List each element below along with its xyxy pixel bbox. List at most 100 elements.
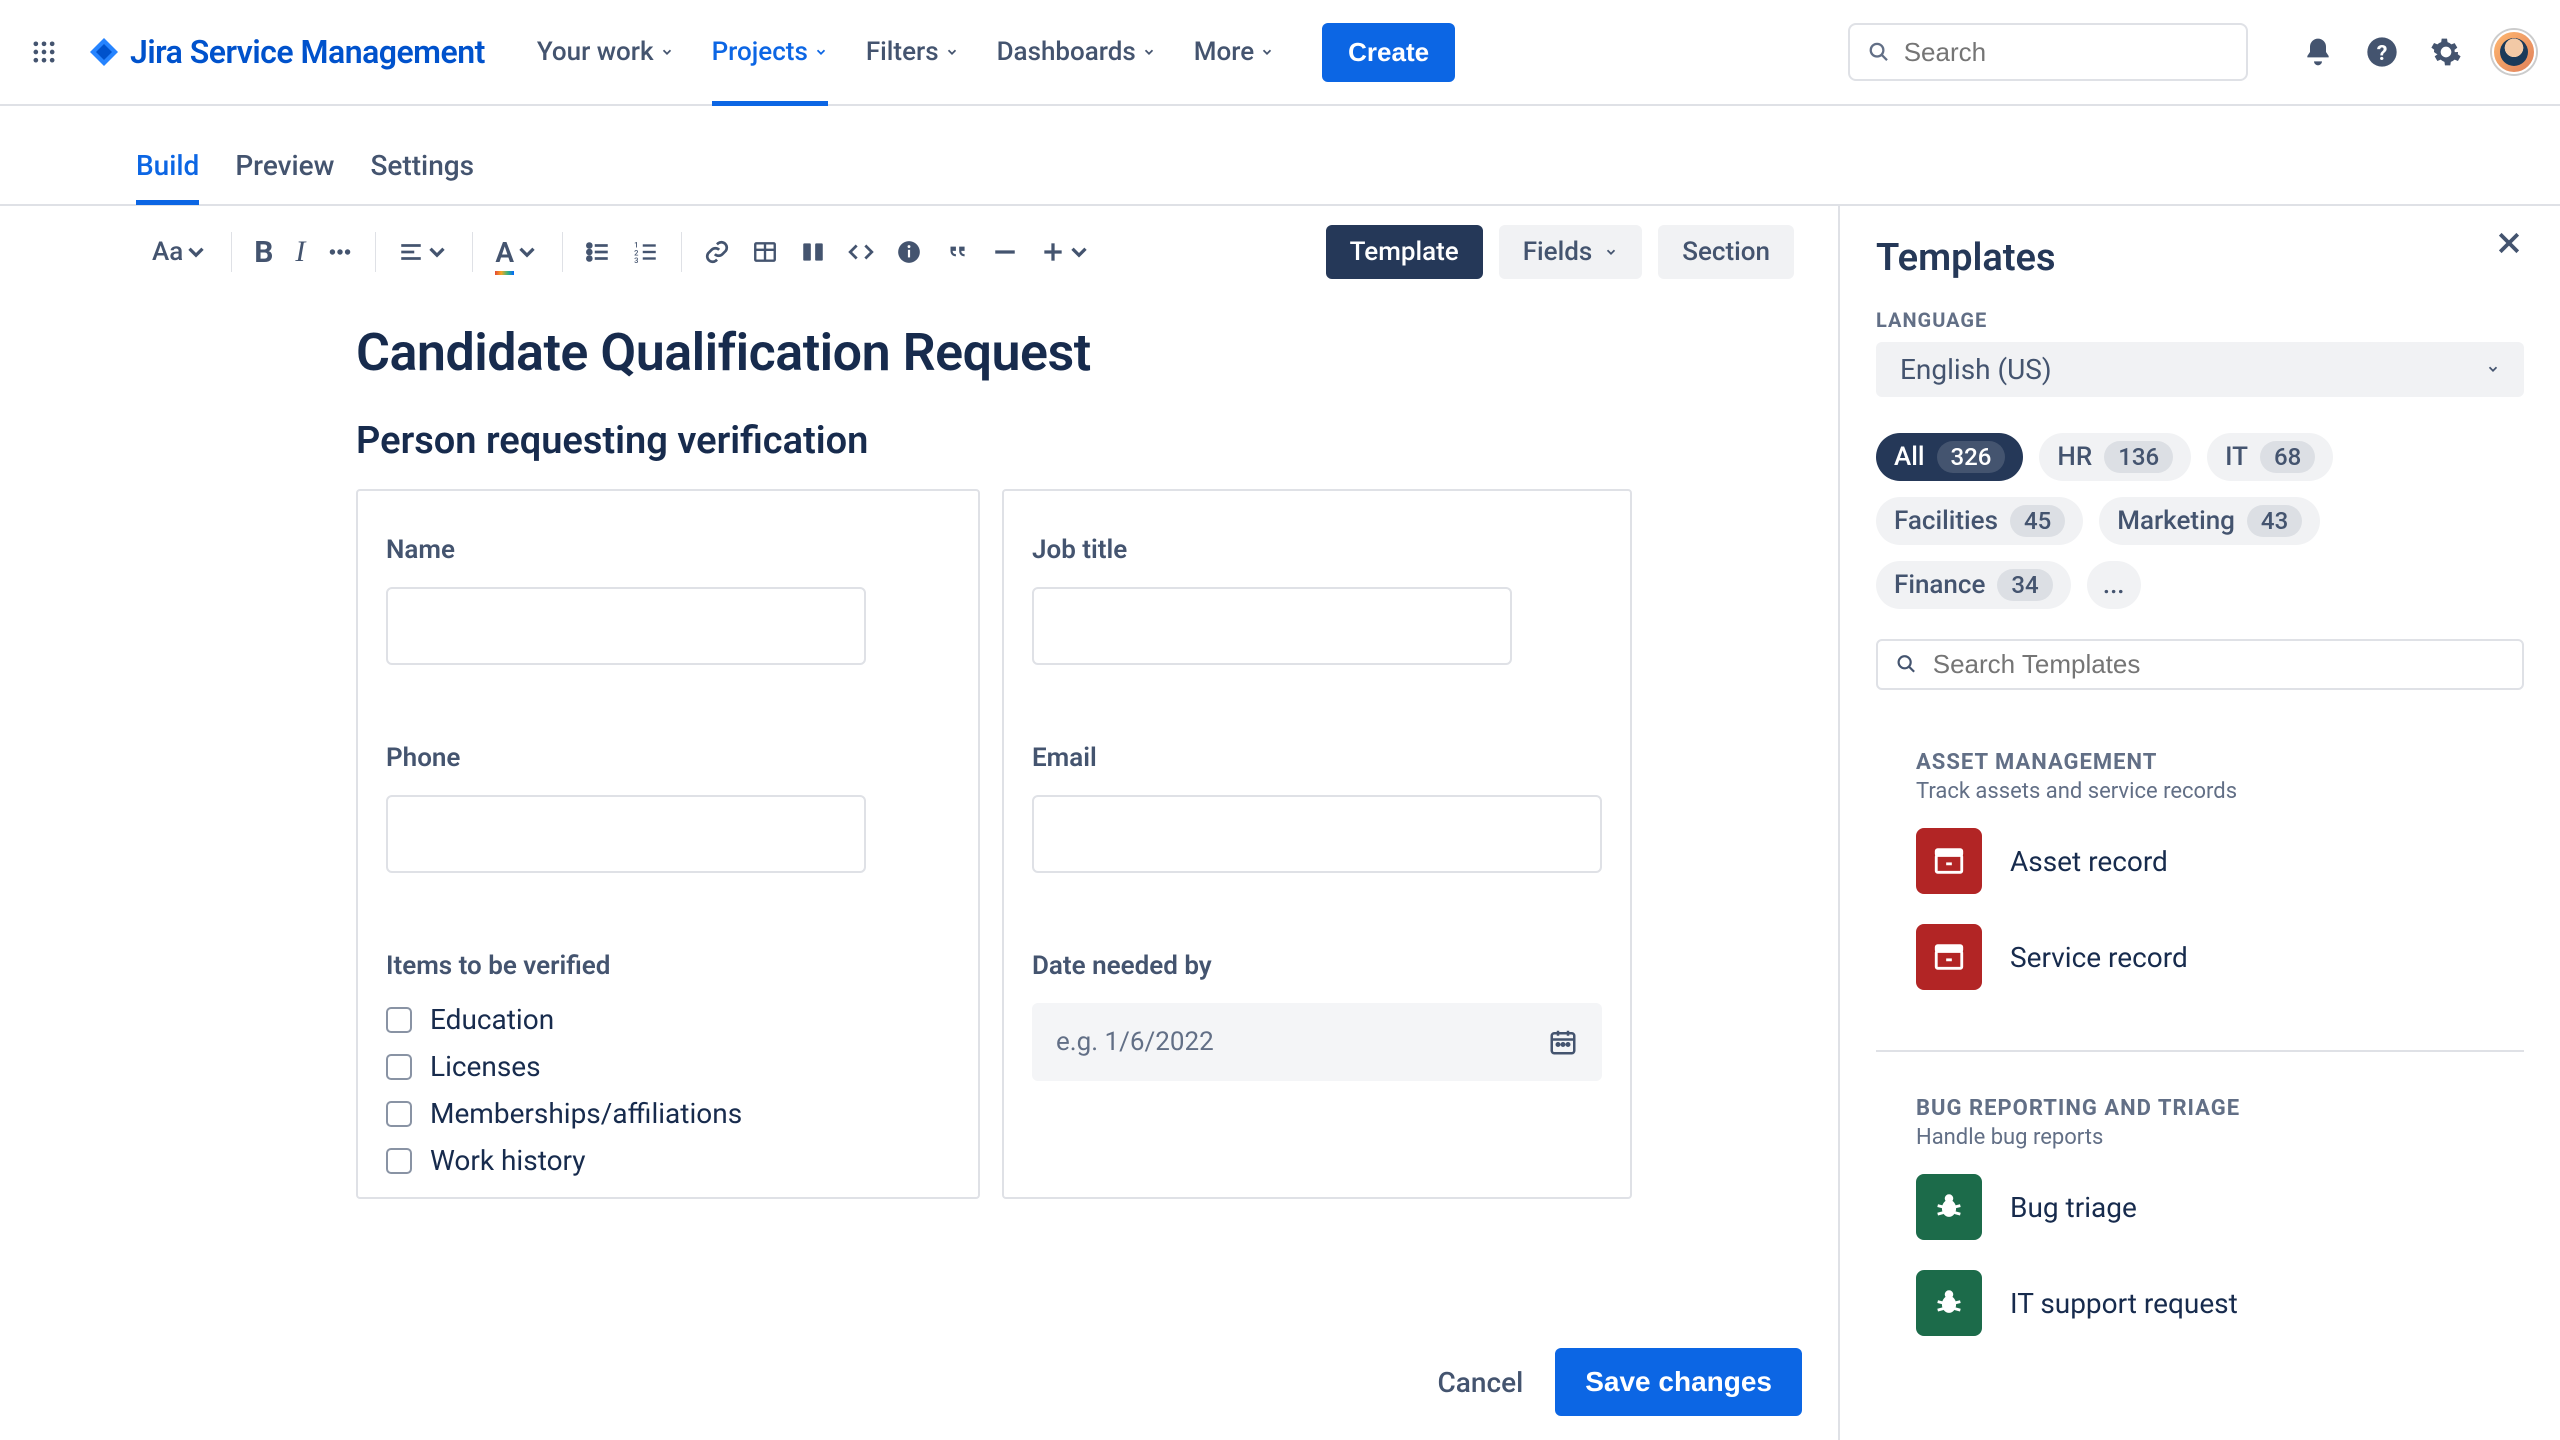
help-icon[interactable]: ? bbox=[2364, 34, 2400, 70]
check-label: Work history bbox=[430, 1144, 586, 1177]
check-label: Education bbox=[430, 1003, 554, 1036]
filter-chip-hr[interactable]: HR136 bbox=[2039, 433, 2191, 481]
filter-chip-marketing[interactable]: Marketing43 bbox=[2099, 497, 2320, 545]
name-input[interactable] bbox=[386, 587, 866, 665]
global-search[interactable] bbox=[1848, 23, 2248, 81]
section-pill[interactable]: Section bbox=[1658, 225, 1794, 279]
tab-build[interactable]: Build bbox=[136, 149, 199, 204]
chevron-down-icon bbox=[660, 45, 674, 59]
chevron-down-icon bbox=[945, 45, 959, 59]
chevron-down-icon bbox=[183, 239, 209, 265]
template-section-desc: Handle bug reports bbox=[1916, 1125, 2524, 1150]
svg-text:3: 3 bbox=[634, 256, 638, 265]
chevron-down-icon bbox=[2486, 362, 2500, 376]
bug-icon bbox=[1916, 1270, 1982, 1336]
brand-text: Jira Service Management bbox=[130, 33, 485, 71]
table-button[interactable] bbox=[752, 239, 778, 265]
code-button[interactable] bbox=[848, 239, 874, 265]
fields-pill[interactable]: Fields bbox=[1499, 225, 1643, 279]
divider-button[interactable] bbox=[992, 239, 1018, 265]
nav-filters[interactable]: Filters bbox=[866, 0, 959, 104]
template-item[interactable]: Bug triage bbox=[1916, 1174, 2524, 1240]
filter-chip-it[interactable]: IT68 bbox=[2207, 433, 2333, 481]
filter-chip-all[interactable]: All326 bbox=[1876, 433, 2023, 481]
align-dropdown[interactable] bbox=[398, 239, 450, 265]
brand[interactable]: Jira Service Management bbox=[88, 33, 485, 71]
check-item[interactable]: Education bbox=[386, 1003, 950, 1036]
template-pill[interactable]: Template bbox=[1326, 225, 1483, 279]
chevron-down-icon bbox=[1142, 45, 1156, 59]
email-label: Email bbox=[1032, 743, 1602, 773]
doc-title[interactable]: Candidate Qualification Request bbox=[356, 322, 1632, 383]
box-icon bbox=[1916, 924, 1982, 990]
quote-button[interactable] bbox=[944, 239, 970, 265]
bullet-list-button[interactable] bbox=[585, 239, 611, 265]
cancel-button[interactable]: Cancel bbox=[1438, 1366, 1524, 1399]
template-section: BUG REPORTING AND TRIAGEHandle bug repor… bbox=[1876, 1096, 2524, 1396]
table-icon bbox=[752, 239, 778, 265]
name-label: Name bbox=[386, 535, 950, 565]
chevron-down-icon bbox=[1604, 245, 1618, 259]
date-input[interactable]: e.g. 1/6/2022 bbox=[1032, 1003, 1602, 1081]
insert-dropdown[interactable] bbox=[1040, 239, 1092, 265]
checkbox[interactable] bbox=[386, 1054, 412, 1080]
user-avatar[interactable] bbox=[2492, 30, 2536, 74]
template-search[interactable] bbox=[1876, 639, 2524, 690]
template-search-input[interactable] bbox=[1931, 648, 2504, 681]
doc-subtitle[interactable]: Person requesting verification bbox=[356, 419, 1632, 463]
jobtitle-input[interactable] bbox=[1032, 587, 1512, 665]
nav-dashboards[interactable]: Dashboards bbox=[997, 0, 1156, 104]
check-item[interactable]: Memberships/affiliations bbox=[386, 1097, 950, 1130]
create-button[interactable]: Create bbox=[1322, 23, 1455, 82]
notifications-icon[interactable] bbox=[2300, 34, 2336, 70]
language-label: LANGUAGE bbox=[1876, 308, 2524, 332]
info-panel-button[interactable] bbox=[896, 239, 922, 265]
save-button[interactable]: Save changes bbox=[1555, 1348, 1802, 1416]
text-style-dropdown[interactable]: Aa bbox=[152, 237, 209, 267]
check-item[interactable]: Work history bbox=[386, 1144, 950, 1177]
settings-icon[interactable] bbox=[2428, 34, 2464, 70]
text-color-dropdown[interactable]: A bbox=[495, 236, 540, 269]
bold-button[interactable]: B bbox=[254, 235, 273, 270]
close-panel-button[interactable] bbox=[2494, 228, 2524, 262]
filter-chip-facilities[interactable]: Facilities45 bbox=[1876, 497, 2083, 545]
nav-projects[interactable]: Projects bbox=[712, 0, 828, 104]
global-search-input[interactable] bbox=[1902, 36, 2228, 69]
filter-chip-more[interactable]: ... bbox=[2087, 561, 2141, 609]
tab-settings[interactable]: Settings bbox=[370, 149, 474, 204]
language-select[interactable]: English (US) bbox=[1876, 342, 2524, 397]
layout-button[interactable] bbox=[800, 239, 826, 265]
info-icon bbox=[896, 239, 922, 265]
plus-icon bbox=[1040, 239, 1066, 265]
template-item[interactable]: IT support request bbox=[1916, 1270, 2524, 1336]
check-item[interactable]: Licenses bbox=[386, 1050, 950, 1083]
svg-text:?: ? bbox=[2377, 41, 2388, 66]
divider-icon bbox=[992, 239, 1018, 265]
check-label: Memberships/affiliations bbox=[430, 1097, 742, 1130]
bug-icon bbox=[1916, 1174, 1982, 1240]
more-formatting-button[interactable] bbox=[327, 239, 353, 265]
numbered-list-button[interactable]: 123 bbox=[633, 239, 659, 265]
phone-input[interactable] bbox=[386, 795, 866, 873]
nav-your-work[interactable]: Your work bbox=[537, 0, 674, 104]
checkbox[interactable] bbox=[386, 1101, 412, 1127]
template-item[interactable]: Asset record bbox=[1916, 828, 2524, 894]
numbered-list-icon: 123 bbox=[633, 239, 659, 265]
chevron-down-icon bbox=[424, 239, 450, 265]
template-item-label: IT support request bbox=[2010, 1287, 2238, 1320]
checkbox[interactable] bbox=[386, 1148, 412, 1174]
tab-preview[interactable]: Preview bbox=[235, 149, 334, 204]
filter-chip-finance[interactable]: Finance34 bbox=[1876, 561, 2071, 609]
editor-subnav: Build Preview Settings bbox=[0, 106, 2560, 206]
template-item[interactable]: Service record bbox=[1916, 924, 2524, 990]
checkbox[interactable] bbox=[386, 1007, 412, 1033]
quote-icon bbox=[944, 239, 970, 265]
primary-nav: Your work Projects Filters Dashboards Mo… bbox=[537, 0, 1455, 104]
email-input[interactable] bbox=[1032, 795, 1602, 873]
template-section-desc: Track assets and service records bbox=[1916, 779, 2524, 804]
app-switcher-icon[interactable] bbox=[24, 32, 64, 72]
link-button[interactable] bbox=[704, 239, 730, 265]
layout-icon bbox=[800, 239, 826, 265]
italic-button[interactable]: I bbox=[295, 235, 305, 269]
nav-more[interactable]: More bbox=[1194, 0, 1274, 104]
